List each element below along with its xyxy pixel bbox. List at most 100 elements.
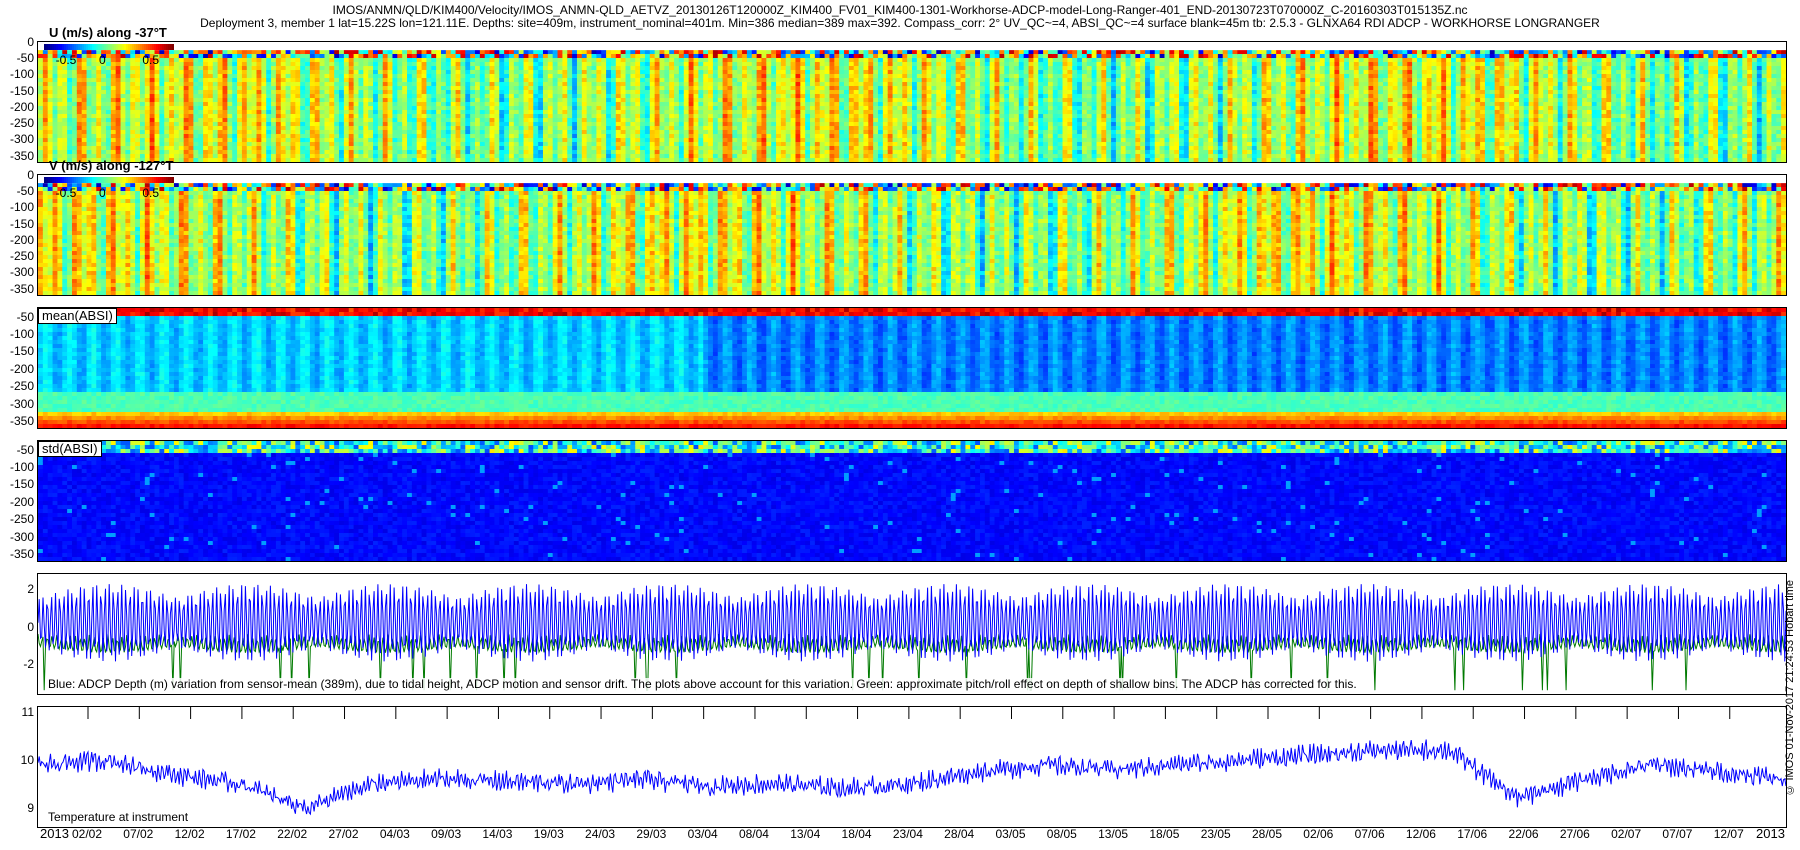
- u-velocity-y-tick: -300: [0, 133, 34, 145]
- depth-variation-y-tick: 0: [0, 621, 34, 633]
- x-axis-tick-label: 07/06: [1355, 828, 1385, 840]
- u-velocity-y-tick: -50: [0, 52, 34, 64]
- v-velocity-y-tick: -50: [0, 185, 34, 197]
- mean-absi-y-tick: -50: [0, 311, 34, 323]
- temperature-y-tick: 11: [0, 706, 34, 718]
- mean-absi-y-tick: -350: [0, 415, 34, 427]
- std-absi-heatmap-svg: [38, 441, 1786, 561]
- x-axis-tick-label: 28/04: [944, 828, 974, 840]
- x-axis-tick-label: 02/07: [1611, 828, 1641, 840]
- copyright-text: © IMOS 01-Nov-2017 21:24:53 Hobart time: [1784, 580, 1796, 796]
- x-axis-tick-label: 22/02: [277, 828, 307, 840]
- v-velocity-colorbar-tick: 0: [99, 187, 106, 199]
- x-axis-tick-label: 12/06: [1406, 828, 1436, 840]
- x-axis-tick-label: 09/03: [431, 828, 461, 840]
- u-velocity-heatmap-svg: [38, 42, 1786, 162]
- std-absi-y-tick: -250: [0, 513, 34, 525]
- x-axis-tick-label: 13/04: [790, 828, 820, 840]
- x-axis-tick-label: 28/05: [1252, 828, 1282, 840]
- mean-absi-y-tick: -100: [0, 328, 34, 340]
- x-axis-tick-label: 03/04: [688, 828, 718, 840]
- u-velocity-y-tick: -100: [0, 68, 34, 80]
- std-absi-y-tick: -150: [0, 478, 34, 490]
- x-axis-tick-label: 19/03: [534, 828, 564, 840]
- std-absi-y-tick: -100: [0, 461, 34, 473]
- std-absi-y-tick: -200: [0, 496, 34, 508]
- x-axis-tick-label: 23/05: [1201, 828, 1231, 840]
- v-velocity-y-tick: -150: [0, 218, 34, 230]
- v-velocity-y-tick: -250: [0, 250, 34, 262]
- temperature-note: Temperature at instrument: [48, 811, 189, 824]
- x-axis-tick-label: 12/02: [175, 828, 205, 840]
- x-axis-start-year: 2013: [40, 826, 69, 841]
- x-axis-tick-label: 14/03: [482, 828, 512, 840]
- temperature-series-line: [38, 739, 1786, 816]
- std-absi-y-tick: -300: [0, 531, 34, 543]
- mean-absi-y-tick: -300: [0, 398, 34, 410]
- temperature-line-panel: Temperature at instrument: [37, 706, 1787, 828]
- v-velocity-blank-region: [38, 175, 1786, 184]
- mean-absi-label: mean(ABSI): [38, 308, 117, 324]
- x-axis-tick-label: 24/03: [585, 828, 615, 840]
- u-velocity-y-tick: -200: [0, 101, 34, 113]
- u-velocity-colorbar-tick: 0: [99, 54, 106, 66]
- x-axis-tick-label: 18/05: [1149, 828, 1179, 840]
- u-velocity-y-tick: -150: [0, 85, 34, 97]
- v-velocity-y-tick: -100: [0, 201, 34, 213]
- std-absi-heatmap-panel: std(ABSI): [37, 440, 1787, 562]
- temperature-y-tick: 9: [0, 802, 34, 814]
- x-axis-tick-label: 08/05: [1047, 828, 1077, 840]
- mean-absi-heatmap-svg: [38, 308, 1786, 428]
- depth-variation-y-tick: 2: [0, 583, 34, 595]
- v-velocity-label: V (m/s) along -127°T: [46, 159, 176, 173]
- x-axis-tick-label: 04/03: [380, 828, 410, 840]
- v-velocity-y-tick: -350: [0, 283, 34, 295]
- mean-absi-y-tick: -200: [0, 363, 34, 375]
- x-axis-tick-label: 12/07: [1714, 828, 1744, 840]
- x-axis-tick-label: 02/02: [72, 828, 102, 840]
- x-axis-tick-label: 22/06: [1509, 828, 1539, 840]
- u-velocity-y-tick: -250: [0, 117, 34, 129]
- depth-variation-y-tick: -2: [0, 658, 34, 670]
- v-velocity-y-tick: -300: [0, 266, 34, 278]
- x-axis-tick-label: 03/05: [995, 828, 1025, 840]
- x-axis-tick-label: 17/02: [226, 828, 256, 840]
- u-velocity-colorbar-tick: 0.5: [142, 54, 159, 66]
- x-axis-tick-label: 08/04: [739, 828, 769, 840]
- u-velocity-y-tick: -350: [0, 150, 34, 162]
- v-velocity-y-tick: -200: [0, 234, 34, 246]
- v-velocity-heatmap-svg: [38, 175, 1786, 295]
- mean-absi-y-tick: -150: [0, 345, 34, 357]
- u-velocity-colorbar: [44, 44, 174, 50]
- x-axis-tick-label: 18/04: [842, 828, 872, 840]
- v-velocity-colorbar: [44, 177, 174, 183]
- depth-variation-line-panel: Blue: ADCP Depth (m) variation from sens…: [37, 573, 1787, 695]
- mean-absi-heatmap-panel: mean(ABSI): [37, 307, 1787, 429]
- temperature-y-tick: 10: [0, 754, 34, 766]
- mean-absi-y-tick: -250: [0, 380, 34, 392]
- temperature-line-svg: [38, 707, 1786, 816]
- v-velocity-colorbar-tick: -0.5: [56, 187, 77, 199]
- u-velocity-label: U (m/s) along -37°T: [46, 26, 170, 40]
- u-velocity-heatmap-panel: U (m/s) along -37°T -0.5 0 0.5: [37, 26, 1787, 163]
- v-velocity-heatmap-panel: V (m/s) along -127°T -0.5 0 0.5: [37, 159, 1787, 296]
- depth-variation-note: Blue: ADCP Depth (m) variation from sens…: [48, 678, 1357, 691]
- v-velocity-y-tick: 0: [0, 169, 34, 181]
- x-axis-tick-label: 27/06: [1560, 828, 1590, 840]
- depth-variation-line-svg: [38, 584, 1786, 691]
- x-axis-tick-label: 23/04: [893, 828, 923, 840]
- std-absi-label: std(ABSI): [38, 441, 102, 457]
- x-axis-tick-label: 17/06: [1457, 828, 1487, 840]
- x-axis-tick-label: 07/02: [123, 828, 153, 840]
- std-absi-y-tick: -50: [0, 444, 34, 456]
- x-axis-end-year: 2013: [1756, 826, 1785, 841]
- x-axis-tick-label: 07/07: [1662, 828, 1692, 840]
- u-velocity-blank-region: [38, 42, 1786, 51]
- x-axis-tick-label: 27/02: [329, 828, 359, 840]
- v-velocity-colorbar-tick: 0.5: [142, 187, 159, 199]
- x-axis-tick-label: 29/03: [636, 828, 666, 840]
- x-axis-tick-label: 02/06: [1303, 828, 1333, 840]
- figure-title-line2: Deployment 3, member 1 lat=15.22S lon=12…: [0, 17, 1800, 30]
- u-velocity-colorbar-tick: -0.5: [56, 54, 77, 66]
- u-velocity-y-tick: 0: [0, 36, 34, 48]
